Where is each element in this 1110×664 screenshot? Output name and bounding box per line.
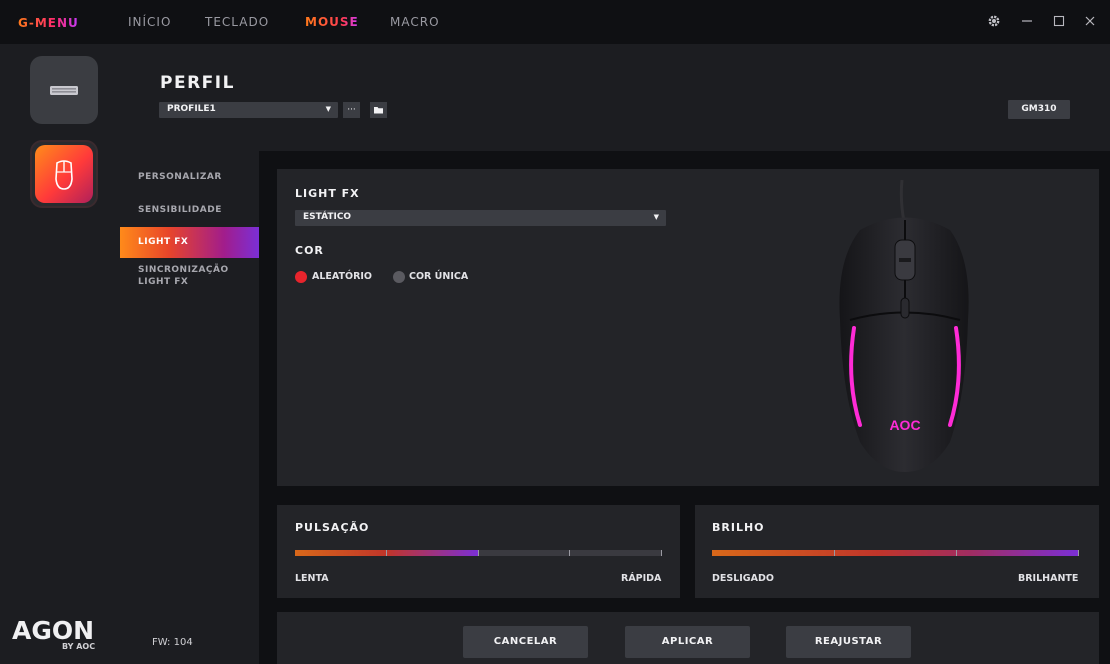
brilho-min-label: DESLIGADO xyxy=(712,573,774,584)
profile-dropdown[interactable]: PROFILE1 ▼ xyxy=(159,102,338,118)
mouse-icon xyxy=(55,160,73,190)
slider-tick xyxy=(569,550,570,556)
profile-dropdown-value: PROFILE1 xyxy=(167,104,216,114)
agon-logo: AGON BY AOC xyxy=(12,616,107,651)
profile-header xyxy=(120,44,1110,151)
pulsacao-max-label: RÁPIDA xyxy=(621,573,662,584)
folder-icon xyxy=(374,107,383,114)
brilho-title: BRILHO xyxy=(712,521,765,534)
close-icon[interactable] xyxy=(1080,11,1100,31)
effect-dropdown[interactable]: ESTÁTICO ▼ xyxy=(295,210,666,226)
apply-button[interactable]: APLICAR xyxy=(625,626,750,658)
agon-logo-sub: BY AOC xyxy=(62,642,96,651)
settings-gear-icon[interactable] xyxy=(984,11,1004,31)
submenu-item-sync-line2[interactable]: LIGHT FX xyxy=(138,277,188,287)
device-keyboard-button[interactable] xyxy=(30,56,98,124)
nav-tab-inicio[interactable]: INÍCIO xyxy=(128,15,171,29)
profile-more-button[interactable]: ··· xyxy=(343,102,360,118)
nav-tab-macro[interactable]: MACRO xyxy=(390,15,440,29)
brilho-max-label: BRILHANTE xyxy=(1018,573,1079,584)
app-brand: G-MENU xyxy=(18,16,79,30)
nav-tab-mouse[interactable]: MOUSE xyxy=(305,15,359,29)
firmware-version: FW: 104 xyxy=(152,637,193,648)
reset-button[interactable]: REAJUSTAR xyxy=(786,626,911,658)
radio-single-label: COR ÚNICA xyxy=(409,271,469,282)
nav-tab-teclado[interactable]: TECLADO xyxy=(205,15,269,29)
slider-tick xyxy=(1078,550,1079,556)
radio-random-label: ALEATÓRIO xyxy=(312,271,372,282)
radio-random-color[interactable] xyxy=(295,271,307,283)
brilho-slider-fill xyxy=(712,550,1079,556)
device-rail xyxy=(0,44,120,664)
slider-tick xyxy=(661,550,662,556)
slider-tick xyxy=(478,550,479,556)
slider-tick xyxy=(956,550,957,556)
submenu-item-sensibilidade[interactable]: SENSIBILIDADE xyxy=(138,205,222,215)
effect-dropdown-value: ESTÁTICO xyxy=(303,212,352,222)
mouse-aoc-logo: AOC xyxy=(889,417,920,433)
maximize-icon[interactable] xyxy=(1049,11,1069,31)
brilho-slider[interactable] xyxy=(712,550,1079,556)
submenu-item-lightfx[interactable]: LIGHT FX xyxy=(138,237,188,247)
chevron-down-icon: ▼ xyxy=(325,105,331,113)
cancel-button[interactable]: CANCELAR xyxy=(463,626,588,658)
lightfx-title: LIGHT FX xyxy=(295,187,360,200)
profile-folder-button[interactable] xyxy=(370,102,387,118)
keyboard-icon xyxy=(50,86,78,95)
mouse-product-image: AOC xyxy=(839,180,969,472)
submenu-item-sync-line1[interactable]: SINCRONIZAÇÃO xyxy=(138,265,229,275)
radio-single-color[interactable] xyxy=(393,271,405,283)
submenu-item-personalizar[interactable]: PERSONALIZAR xyxy=(138,172,222,182)
agon-logo-text: AGON xyxy=(12,616,95,645)
slider-tick xyxy=(834,550,835,556)
device-mouse-button[interactable] xyxy=(30,140,98,208)
color-title: COR xyxy=(295,244,324,257)
device-model-badge: GM310 xyxy=(1008,100,1070,119)
chevron-down-icon: ▼ xyxy=(653,213,659,221)
page-title: PERFIL xyxy=(160,73,235,93)
minimize-icon[interactable] xyxy=(1017,11,1037,31)
pulsacao-min-label: LENTA xyxy=(295,573,329,584)
slider-tick xyxy=(386,550,387,556)
pulsacao-title: PULSAÇÃO xyxy=(295,521,370,534)
